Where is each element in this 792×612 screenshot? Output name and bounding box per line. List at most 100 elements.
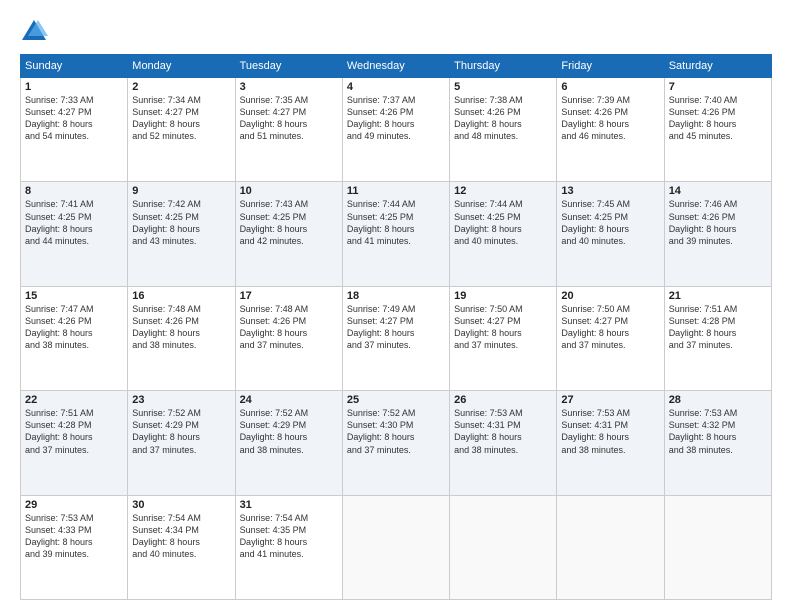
day-info: Sunrise: 7:34 AM Sunset: 4:27 PM Dayligh… (132, 94, 230, 143)
day-number: 20 (561, 290, 659, 302)
calendar-table: SundayMondayTuesdayWednesdayThursdayFrid… (20, 54, 772, 600)
calendar-cell: 23Sunrise: 7:52 AM Sunset: 4:29 PM Dayli… (128, 391, 235, 495)
day-info: Sunrise: 7:48 AM Sunset: 4:26 PM Dayligh… (240, 303, 338, 352)
logo (20, 16, 52, 44)
calendar-cell: 17Sunrise: 7:48 AM Sunset: 4:26 PM Dayli… (235, 286, 342, 390)
day-info: Sunrise: 7:54 AM Sunset: 4:34 PM Dayligh… (132, 512, 230, 561)
calendar-cell: 26Sunrise: 7:53 AM Sunset: 4:31 PM Dayli… (450, 391, 557, 495)
day-number: 15 (25, 290, 123, 302)
calendar-week-1: 1Sunrise: 7:33 AM Sunset: 4:27 PM Daylig… (21, 78, 772, 182)
day-number: 13 (561, 185, 659, 197)
calendar-cell: 12Sunrise: 7:44 AM Sunset: 4:25 PM Dayli… (450, 182, 557, 286)
calendar-cell: 20Sunrise: 7:50 AM Sunset: 4:27 PM Dayli… (557, 286, 664, 390)
calendar-header-row: SundayMondayTuesdayWednesdayThursdayFrid… (21, 55, 772, 78)
day-info: Sunrise: 7:50 AM Sunset: 4:27 PM Dayligh… (561, 303, 659, 352)
day-number: 24 (240, 394, 338, 406)
day-info: Sunrise: 7:42 AM Sunset: 4:25 PM Dayligh… (132, 198, 230, 247)
day-info: Sunrise: 7:52 AM Sunset: 4:29 PM Dayligh… (240, 407, 338, 456)
day-number: 8 (25, 185, 123, 197)
day-number: 1 (25, 81, 123, 93)
day-number: 18 (347, 290, 445, 302)
calendar-week-2: 8Sunrise: 7:41 AM Sunset: 4:25 PM Daylig… (21, 182, 772, 286)
day-info: Sunrise: 7:49 AM Sunset: 4:27 PM Dayligh… (347, 303, 445, 352)
calendar-week-3: 15Sunrise: 7:47 AM Sunset: 4:26 PM Dayli… (21, 286, 772, 390)
day-info: Sunrise: 7:44 AM Sunset: 4:25 PM Dayligh… (454, 198, 552, 247)
day-number: 26 (454, 394, 552, 406)
calendar-cell: 29Sunrise: 7:53 AM Sunset: 4:33 PM Dayli… (21, 495, 128, 599)
day-info: Sunrise: 7:53 AM Sunset: 4:31 PM Dayligh… (561, 407, 659, 456)
calendar-cell: 4Sunrise: 7:37 AM Sunset: 4:26 PM Daylig… (342, 78, 449, 182)
header-saturday: Saturday (664, 55, 771, 78)
day-info: Sunrise: 7:54 AM Sunset: 4:35 PM Dayligh… (240, 512, 338, 561)
day-number: 3 (240, 81, 338, 93)
header-friday: Friday (557, 55, 664, 78)
day-number: 25 (347, 394, 445, 406)
day-number: 6 (561, 81, 659, 93)
day-info: Sunrise: 7:53 AM Sunset: 4:31 PM Dayligh… (454, 407, 552, 456)
header-wednesday: Wednesday (342, 55, 449, 78)
day-number: 17 (240, 290, 338, 302)
day-info: Sunrise: 7:38 AM Sunset: 4:26 PM Dayligh… (454, 94, 552, 143)
calendar-cell: 16Sunrise: 7:48 AM Sunset: 4:26 PM Dayli… (128, 286, 235, 390)
calendar-cell: 11Sunrise: 7:44 AM Sunset: 4:25 PM Dayli… (342, 182, 449, 286)
logo-icon (20, 16, 48, 44)
day-number: 12 (454, 185, 552, 197)
day-info: Sunrise: 7:50 AM Sunset: 4:27 PM Dayligh… (454, 303, 552, 352)
header-monday: Monday (128, 55, 235, 78)
calendar-cell: 8Sunrise: 7:41 AM Sunset: 4:25 PM Daylig… (21, 182, 128, 286)
calendar-cell: 30Sunrise: 7:54 AM Sunset: 4:34 PM Dayli… (128, 495, 235, 599)
day-info: Sunrise: 7:44 AM Sunset: 4:25 PM Dayligh… (347, 198, 445, 247)
day-info: Sunrise: 7:52 AM Sunset: 4:30 PM Dayligh… (347, 407, 445, 456)
day-info: Sunrise: 7:39 AM Sunset: 4:26 PM Dayligh… (561, 94, 659, 143)
header-thursday: Thursday (450, 55, 557, 78)
day-number: 22 (25, 394, 123, 406)
day-info: Sunrise: 7:53 AM Sunset: 4:33 PM Dayligh… (25, 512, 123, 561)
day-number: 2 (132, 81, 230, 93)
header-sunday: Sunday (21, 55, 128, 78)
day-info: Sunrise: 7:40 AM Sunset: 4:26 PM Dayligh… (669, 94, 767, 143)
calendar-cell: 21Sunrise: 7:51 AM Sunset: 4:28 PM Dayli… (664, 286, 771, 390)
calendar-cell: 6Sunrise: 7:39 AM Sunset: 4:26 PM Daylig… (557, 78, 664, 182)
day-number: 23 (132, 394, 230, 406)
day-number: 4 (347, 81, 445, 93)
calendar-cell: 27Sunrise: 7:53 AM Sunset: 4:31 PM Dayli… (557, 391, 664, 495)
day-info: Sunrise: 7:43 AM Sunset: 4:25 PM Dayligh… (240, 198, 338, 247)
day-number: 28 (669, 394, 767, 406)
day-info: Sunrise: 7:37 AM Sunset: 4:26 PM Dayligh… (347, 94, 445, 143)
day-number: 27 (561, 394, 659, 406)
day-number: 29 (25, 499, 123, 511)
day-info: Sunrise: 7:33 AM Sunset: 4:27 PM Dayligh… (25, 94, 123, 143)
calendar-cell: 18Sunrise: 7:49 AM Sunset: 4:27 PM Dayli… (342, 286, 449, 390)
calendar-cell: 1Sunrise: 7:33 AM Sunset: 4:27 PM Daylig… (21, 78, 128, 182)
calendar-cell: 7Sunrise: 7:40 AM Sunset: 4:26 PM Daylig… (664, 78, 771, 182)
calendar-cell: 3Sunrise: 7:35 AM Sunset: 4:27 PM Daylig… (235, 78, 342, 182)
calendar-cell: 22Sunrise: 7:51 AM Sunset: 4:28 PM Dayli… (21, 391, 128, 495)
calendar-cell: 19Sunrise: 7:50 AM Sunset: 4:27 PM Dayli… (450, 286, 557, 390)
day-number: 7 (669, 81, 767, 93)
day-info: Sunrise: 7:46 AM Sunset: 4:26 PM Dayligh… (669, 198, 767, 247)
calendar-cell: 24Sunrise: 7:52 AM Sunset: 4:29 PM Dayli… (235, 391, 342, 495)
header (20, 16, 772, 44)
day-number: 14 (669, 185, 767, 197)
calendar-week-5: 29Sunrise: 7:53 AM Sunset: 4:33 PM Dayli… (21, 495, 772, 599)
day-number: 9 (132, 185, 230, 197)
calendar-cell: 28Sunrise: 7:53 AM Sunset: 4:32 PM Dayli… (664, 391, 771, 495)
calendar-cell: 10Sunrise: 7:43 AM Sunset: 4:25 PM Dayli… (235, 182, 342, 286)
calendar-cell: 5Sunrise: 7:38 AM Sunset: 4:26 PM Daylig… (450, 78, 557, 182)
calendar-cell: 2Sunrise: 7:34 AM Sunset: 4:27 PM Daylig… (128, 78, 235, 182)
day-info: Sunrise: 7:45 AM Sunset: 4:25 PM Dayligh… (561, 198, 659, 247)
calendar-cell: 9Sunrise: 7:42 AM Sunset: 4:25 PM Daylig… (128, 182, 235, 286)
day-info: Sunrise: 7:48 AM Sunset: 4:26 PM Dayligh… (132, 303, 230, 352)
calendar-cell (664, 495, 771, 599)
day-info: Sunrise: 7:47 AM Sunset: 4:26 PM Dayligh… (25, 303, 123, 352)
day-info: Sunrise: 7:35 AM Sunset: 4:27 PM Dayligh… (240, 94, 338, 143)
day-number: 21 (669, 290, 767, 302)
day-number: 30 (132, 499, 230, 511)
page: SundayMondayTuesdayWednesdayThursdayFrid… (0, 0, 792, 612)
day-number: 10 (240, 185, 338, 197)
calendar-cell: 13Sunrise: 7:45 AM Sunset: 4:25 PM Dayli… (557, 182, 664, 286)
day-number: 16 (132, 290, 230, 302)
calendar-cell: 14Sunrise: 7:46 AM Sunset: 4:26 PM Dayli… (664, 182, 771, 286)
day-number: 11 (347, 185, 445, 197)
day-number: 5 (454, 81, 552, 93)
